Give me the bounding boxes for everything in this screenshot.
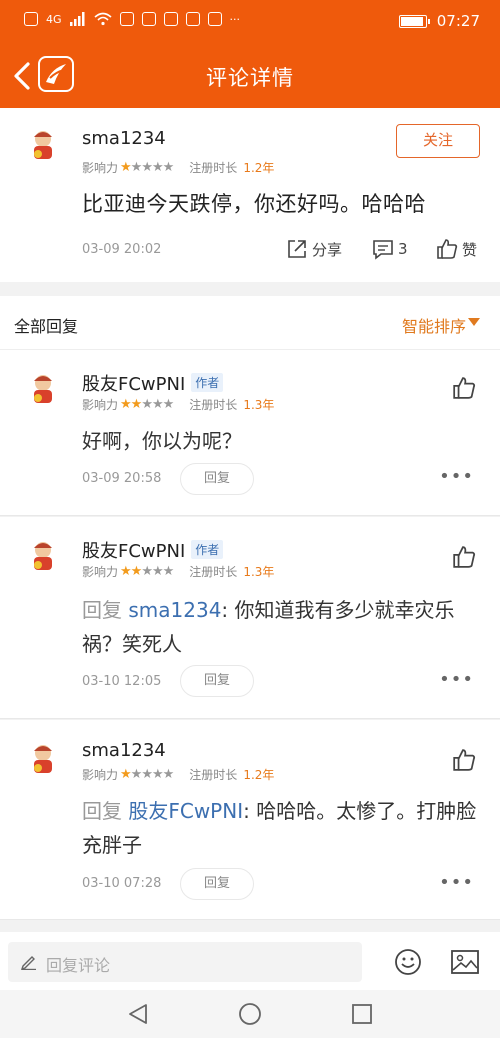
register-years: 1.2年: [243, 161, 275, 175]
follow-button[interactable]: 关注: [396, 124, 480, 158]
pencil-icon: [20, 956, 36, 970]
user-meta: 影响力 ★★★★★ 注册时长 1.2年: [82, 159, 274, 176]
recent-square-icon[interactable]: [350, 1002, 374, 1026]
comment-icon: [373, 240, 393, 260]
nav-bar: 评论详情: [0, 44, 500, 108]
reply-target-link[interactable]: 股友FCwPNI: [128, 799, 243, 823]
user-meta: 影响力 ★★★★★ 注册时长 1.2年: [82, 766, 274, 783]
user-meta: 影响力 ★★★★★ 注册时长 1.3年: [82, 563, 274, 580]
reply-prefix: 回复: [82, 799, 122, 823]
like-icon[interactable]: [452, 376, 476, 400]
influence-stars: ★★★★★: [120, 767, 174, 782]
hd-icon: [24, 12, 38, 26]
avatar[interactable]: [26, 128, 60, 162]
app-notify-icon: [119, 12, 134, 26]
like-icon[interactable]: [452, 748, 476, 772]
list-item: 股友FCwPNI 作者 影响力 ★★★★★ 注册时长 1.3年 回复 sma123…: [0, 517, 500, 719]
reply-time: 03-10 12:05: [82, 674, 162, 689]
comment-time: 03-09 20:02: [82, 242, 162, 257]
reply-button[interactable]: 回复: [180, 868, 254, 900]
page-title: 评论详情: [206, 66, 294, 90]
section-title: 全部回复: [14, 317, 79, 336]
comment-button[interactable]: 3: [372, 238, 408, 260]
app-notify-icon: [163, 12, 178, 26]
reply-time: 03-10 07:28: [82, 876, 162, 891]
image-icon[interactable]: [450, 948, 480, 976]
comment-content: 比亚迪今天跌停，你还好吗。哈哈哈: [82, 192, 426, 216]
like-label: 赞: [462, 240, 478, 259]
register-years: 1.3年: [243, 398, 275, 412]
like-icon[interactable]: [452, 545, 476, 569]
wifi-icon: [94, 12, 112, 26]
register-label: 注册时长: [189, 768, 238, 782]
battery-icon: [398, 14, 430, 28]
influence-stars: ★★★★★: [120, 564, 174, 579]
back-triangle-icon[interactable]: [126, 1002, 150, 1026]
register-label: 注册时长: [189, 161, 238, 175]
app-notify-icon: [185, 12, 200, 26]
username[interactable]: sma1234: [82, 128, 166, 149]
status-right: 07:27: [398, 12, 480, 30]
sort-button[interactable]: 智能排序: [402, 313, 466, 337]
more-icon[interactable]: •••: [439, 872, 474, 893]
share-icon: [288, 240, 306, 258]
like-button[interactable]: 赞: [436, 238, 477, 260]
emoji-icon[interactable]: [394, 948, 422, 976]
avatar[interactable]: [26, 539, 60, 573]
share-button[interactable]: 分享: [286, 238, 342, 260]
avatar[interactable]: [26, 372, 60, 406]
influence-label: 影响力: [82, 565, 119, 579]
replies-header: 全部回复 智能排序: [0, 296, 500, 350]
system-nav-bar: [0, 990, 500, 1038]
username[interactable]: 股友FCwPNI 作者: [82, 370, 224, 396]
avatar[interactable]: [26, 742, 60, 776]
main-comment-card: sma1234 影响力 ★★★★★ 注册时长 1.2年 关注 比亚迪今天跌停，你…: [0, 108, 500, 282]
signal-icon: [69, 12, 85, 26]
reply-input-placeholder[interactable]: 回复评论: [46, 952, 110, 976]
register-label: 注册时长: [189, 398, 238, 412]
reply-content: 回复 sma1234: 你知道我有多少就幸灾乐祸？笑死人: [82, 593, 482, 661]
reply-time: 03-09 20:58: [82, 471, 162, 486]
list-item: sma1234 影响力 ★★★★★ 注册时长 1.2年 回复 股友FCwPNI:…: [0, 720, 500, 920]
reply-target-link[interactable]: sma1234: [128, 598, 221, 622]
influence-label: 影响力: [82, 161, 119, 175]
network-label: 4G: [46, 12, 62, 26]
username[interactable]: 股友FCwPNI 作者: [82, 537, 224, 563]
status-icons: 4G ···: [24, 12, 240, 26]
list-item: 股友FCwPNI 作者 影响力 ★★★★★ 注册时长 1.3年 好啊，你以为呢？ …: [0, 350, 500, 516]
register-years: 1.2年: [243, 768, 275, 782]
reply-button[interactable]: 回复: [180, 463, 254, 495]
more-notifications-icon: ···: [229, 12, 241, 26]
reply-input-bar: 回复评论: [0, 932, 500, 990]
reply-prefix: 回复: [82, 598, 122, 622]
status-time: 07:27: [436, 12, 480, 30]
more-icon[interactable]: •••: [439, 466, 474, 487]
influence-label: 影响力: [82, 768, 119, 782]
app-notify-icon: [207, 12, 222, 26]
register-years: 1.3年: [243, 565, 275, 579]
register-label: 注册时长: [189, 565, 238, 579]
influence-label: 影响力: [82, 398, 119, 412]
reply-content: 回复 股友FCwPNI: 哈哈哈。太惨了。打肿脸充胖子: [82, 794, 482, 862]
username[interactable]: sma1234: [82, 740, 166, 761]
like-icon: [437, 239, 458, 259]
influence-stars: ★★★★★: [120, 397, 174, 412]
more-icon[interactable]: •••: [439, 669, 474, 690]
status-bar: 4G ··· 07:27: [0, 0, 500, 44]
reply-button[interactable]: 回复: [180, 665, 254, 697]
reply-content: 好啊，你以为呢？: [82, 429, 242, 453]
home-circle-icon[interactable]: [238, 1002, 262, 1026]
influence-stars: ★★★★★: [120, 160, 174, 175]
comment-count: 3: [398, 240, 408, 258]
user-meta: 影响力 ★★★★★ 注册时长 1.3年: [82, 396, 274, 413]
author-badge: 作者: [191, 540, 224, 559]
author-badge: 作者: [191, 373, 224, 392]
chevron-down-icon[interactable]: [468, 318, 480, 326]
app-notify-icon: [141, 12, 156, 26]
share-label: 分享: [312, 240, 343, 259]
